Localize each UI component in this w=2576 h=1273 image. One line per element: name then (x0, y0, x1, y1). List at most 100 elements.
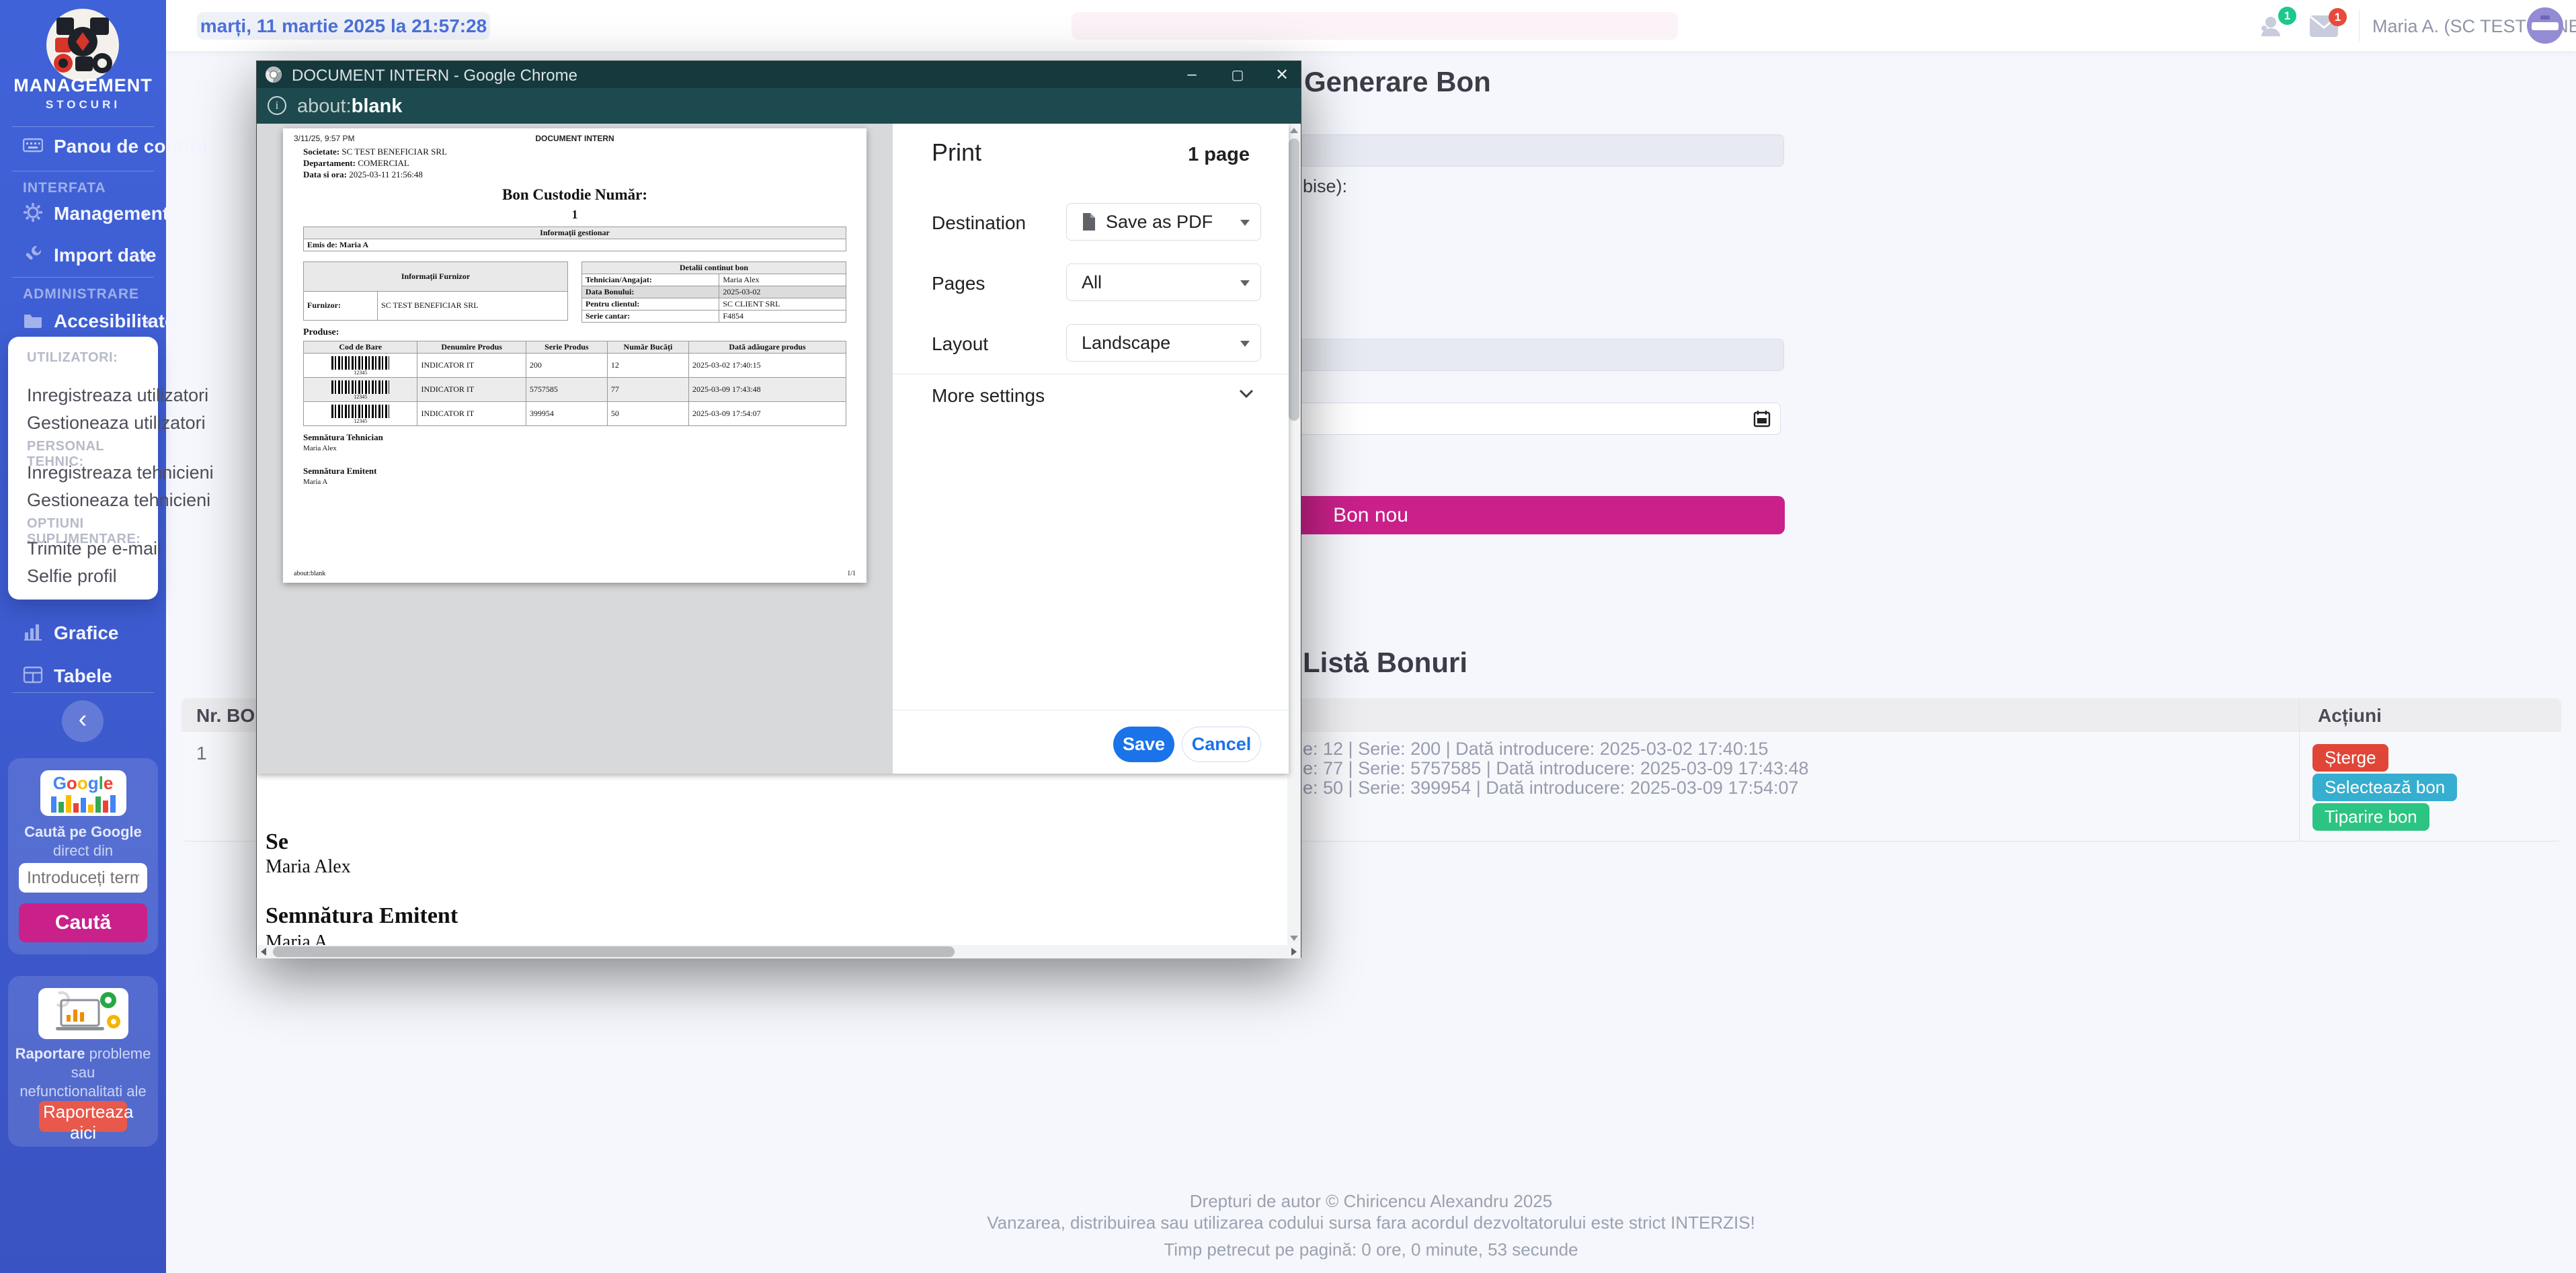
sidebar-item-management[interactable]: Management › (0, 199, 166, 229)
doc-departament: Departament: COMERCIAL (303, 157, 447, 169)
barcode-image (331, 356, 389, 370)
users-icon[interactable]: 1 (2260, 13, 2287, 39)
column-divider (2299, 698, 2300, 841)
tiparire-bon-button[interactable]: Tiparire bon (2312, 803, 2429, 831)
google-search-button[interactable]: Caută (19, 903, 147, 942)
sidebar-item-label: Panou de control (54, 136, 208, 157)
window-title: DOCUMENT INTERN - Google Chrome (292, 67, 577, 85)
submenu-item-selfie-profil[interactable]: Selfie profil (27, 566, 117, 587)
column-header-actiuni: Acțiuni (2318, 705, 2382, 727)
chevron-down-icon (1240, 220, 1250, 226)
divider (2359, 9, 2360, 42)
scroll-right-arrow[interactable] (1291, 948, 1297, 956)
doc-produse-label: Produse: (303, 327, 339, 338)
sidebar-item-accesibilitate[interactable]: Accesibilitate › (0, 306, 166, 336)
footer-timer: Timp petrecut pe pagină: 0 ore, 0 minute… (166, 1239, 2576, 1260)
maximize-button[interactable]: ▢ (1219, 61, 1256, 88)
layout-dropdown[interactable]: Landscape (1066, 324, 1261, 362)
bon-detail-line: e: 12 | Serie: 200 | Dată introducere: 2… (1303, 739, 1769, 759)
sidebar-item-label: Import date (54, 245, 156, 266)
doc-gestionar-table: Informații gestionar Emis de: Maria A (303, 227, 846, 251)
destination-dropdown[interactable]: Save as PDF (1066, 203, 1261, 241)
sidebar-item-grafice[interactable]: Grafice (0, 618, 166, 648)
submenu-item-inregistreaza-tehnicieni[interactable]: Inregistreaza tehnicieni (27, 462, 214, 483)
folder-icon (23, 310, 43, 333)
save-button[interactable]: Save (1113, 727, 1174, 762)
vertical-scrollbar[interactable] (1287, 124, 1301, 945)
page-behind-emit-label: Semnătura Emitent (266, 903, 458, 929)
sidebar-item-import-date[interactable]: Import date › (0, 241, 166, 270)
sterge-button[interactable]: Șterge (2312, 744, 2388, 772)
doc-societate: Societate: SC TEST BENEFICIAR SRL (303, 146, 447, 157)
chart-icon (23, 622, 43, 645)
print-preview-area: 3/11/25, 9:57 PM DOCUMENT INTERN Societa… (257, 124, 893, 774)
selecteaza-bon-button[interactable]: Selectează bon (2312, 774, 2457, 801)
submenu-item-gestioneaza-utilizatori[interactable]: Gestioneaza utilizatori (27, 413, 206, 434)
vertical-scroll-thumb[interactable] (1289, 138, 1299, 421)
sidebar-collapse-button[interactable]: ‹ (62, 700, 104, 742)
page-behind-tech-name: Maria Alex (266, 856, 351, 878)
brand-title: MANAGEMENT (0, 75, 166, 96)
accesibilitate-submenu: UTILIZATORI: Inregistreaza utilizatori G… (8, 337, 158, 600)
chevron-down-icon: › (136, 318, 159, 325)
page-behind-sign-tech-fragment: Se (266, 829, 288, 855)
info-icon[interactable]: i (268, 96, 286, 115)
avatar[interactable] (2527, 7, 2563, 44)
pages-dropdown[interactable]: All (1066, 263, 1261, 301)
brand-subtitle: STOCURI (0, 98, 166, 112)
google-search-card: Google Caută pe Google direct din aplica… (8, 758, 158, 954)
report-button[interactable]: Raporteaza aici (39, 1101, 127, 1132)
section-label-administrare: ADMINISTRARE (23, 286, 139, 302)
scroll-left-arrow[interactable] (261, 948, 266, 956)
doc-sign-emit-name: Maria A (303, 478, 327, 486)
wrench-icon (23, 244, 43, 268)
print-preview-page: 3/11/25, 9:57 PM DOCUMENT INTERN Societa… (283, 128, 867, 583)
calendar-icon (1753, 410, 1771, 427)
mail-count-badge: 1 (2329, 8, 2347, 26)
page-count: 1 page (1188, 144, 1250, 166)
submenu-item-gestioneaza-tehnicieni[interactable]: Gestioneaza tehnicieni (27, 490, 210, 511)
submenu-group-label: UTILIZATORI: (27, 350, 118, 366)
divider (12, 277, 154, 278)
chrome-icon (265, 66, 282, 83)
url-text: about:blank (297, 95, 402, 118)
sidebar-item-tabele[interactable]: Tabele (0, 661, 166, 691)
close-button[interactable]: ✕ (1263, 61, 1301, 88)
minimize-button[interactable]: – (1173, 61, 1211, 88)
barcode-cell: 12345 (304, 354, 417, 378)
layout-label: Layout (932, 333, 988, 355)
topbar: marți, 11 martie 2025 la 21:57:28 1 1 Ma… (166, 0, 2576, 51)
doc-dataora: Data si ora: 2025-03-11 21:56:48 (303, 169, 447, 180)
datetime-badge: marți, 11 martie 2025 la 21:57:28 (197, 12, 490, 40)
google-logo: Google (40, 770, 126, 816)
chevron-down-icon (1240, 341, 1250, 347)
submenu-item-inregistreaza-utilizatori[interactable]: Inregistreaza utilizatori (27, 385, 208, 406)
app-logo (46, 8, 120, 82)
keyboard-icon (23, 135, 43, 159)
cell-nr-bon: 1 (196, 743, 207, 764)
sidebar-item-panou-de-control[interactable]: Panou de control (0, 132, 166, 161)
gear-icon (23, 202, 43, 226)
sidebar-item-label: Tabele (54, 665, 112, 687)
submenu-item-trimite-pe-email[interactable]: Trimite pe e-mail (27, 538, 161, 559)
footer-copyright: Drepturi de autor © Chiricencu Alexandru… (166, 1191, 2576, 1212)
scroll-up-arrow[interactable] (1290, 128, 1298, 133)
cancel-button[interactable]: Cancel (1182, 727, 1261, 762)
page-title-lista-bonuri: Listă Bonuri (1303, 647, 1467, 679)
print-settings-panel: Print 1 page Destination Save as PDF Pag… (893, 124, 1289, 774)
divider (12, 126, 154, 127)
pdf-file-icon (1082, 213, 1095, 231)
horizontal-scrollbar[interactable] (257, 945, 1301, 958)
scroll-down-arrow[interactable] (1290, 936, 1298, 941)
google-search-input[interactable] (19, 863, 147, 893)
doc-bon-number: 1 (283, 208, 867, 222)
report-card: Raportare probleme sau nefunctionalitati… (8, 976, 158, 1147)
horizontal-scroll-thumb[interactable] (273, 946, 955, 957)
more-settings-button[interactable]: More settings (893, 374, 1289, 416)
mail-icon[interactable]: 1 (2309, 15, 2339, 38)
doc-sign-emit-label: Semnătura Emitent (303, 466, 376, 477)
url-bar[interactable]: i about:blank (257, 88, 1301, 124)
window-titlebar[interactable]: DOCUMENT INTERN - Google Chrome – ▢ ✕ (257, 61, 1301, 88)
doc-footer-url: about:blank (294, 570, 325, 577)
bon-detail-line: e: 50 | Serie: 399954 | Dată introducere… (1303, 778, 1799, 798)
